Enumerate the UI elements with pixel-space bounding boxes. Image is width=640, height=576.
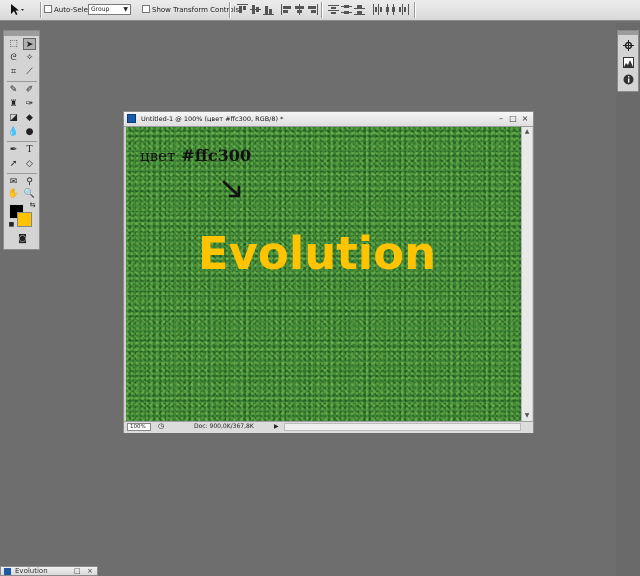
blur-icon[interactable]: 💧 — [7, 126, 20, 138]
show-transform-label: Show Transform Controls — [152, 6, 240, 14]
gradient-icon[interactable]: ◆ — [23, 112, 36, 124]
default-colors-icon[interactable]: ■ — [5, 219, 18, 231]
color-note-label: цвет — [140, 147, 176, 165]
distribute-left-icon[interactable] — [372, 4, 383, 15]
quickmask-icon[interactable]: ◙ — [16, 233, 29, 245]
horizontal-scrollbar[interactable] — [284, 423, 521, 431]
info-icon[interactable] — [623, 74, 634, 85]
crop-icon[interactable]: ⌗ — [7, 66, 20, 78]
image-canvas[interactable]: цвет #ffc300 Evolution — [126, 127, 521, 421]
maximize-button[interactable]: □ — [508, 114, 518, 124]
color-note: цвет #ffc300 — [140, 146, 251, 165]
heal-icon[interactable]: ✎ — [7, 84, 20, 96]
chevron-right-icon[interactable]: ▶ — [274, 422, 279, 432]
panel-dock — [617, 30, 639, 92]
marquee-icon[interactable]: ⬚ — [7, 38, 20, 50]
notes-icon[interactable]: ✉ — [7, 176, 20, 188]
chevron-down-icon: ▼ — [123, 6, 128, 13]
show-transform-checkbox[interactable] — [142, 5, 150, 13]
evolution-text-layer: Evolution — [197, 227, 437, 280]
close-button[interactable]: × — [520, 114, 530, 124]
dodge-icon[interactable]: ● — [23, 126, 36, 138]
scroll-down-icon[interactable]: ▼ — [523, 412, 531, 420]
minimize-button[interactable]: – — [496, 114, 506, 124]
minimized-document-window[interactable]: Evolution □ × — [0, 566, 98, 576]
distribute-vcenter-icon[interactable] — [341, 4, 352, 15]
panel-well — [616, 23, 640, 576]
distribute-top-icon[interactable] — [328, 4, 339, 15]
arrow-down-right-icon — [222, 180, 241, 198]
align-right-icon[interactable] — [307, 4, 318, 15]
divider — [7, 173, 37, 174]
options-bar: Auto-Select: Group ▼ Show Transform Cont… — [0, 0, 640, 21]
divider — [414, 2, 416, 18]
move-tool-icon[interactable]: ➤ — [23, 38, 36, 50]
document-titlebar[interactable]: Untitled-1 @ 100% (цвет #ffc300, RGB/8) … — [124, 112, 533, 127]
histogram-icon[interactable] — [623, 57, 634, 68]
align-bottom-icon[interactable] — [263, 4, 274, 15]
move-tool-icon[interactable] — [9, 3, 25, 17]
photoshop-doc-icon — [127, 114, 136, 123]
vertical-scrollbar[interactable]: ▲ ▼ — [521, 127, 532, 421]
auto-select-checkbox[interactable] — [44, 5, 52, 13]
shape-icon[interactable]: ◇ — [23, 158, 36, 170]
status-bar: 100% ◷ Doc: 900,0K/367,8K ▶ — [124, 421, 533, 433]
brush-icon[interactable]: ✐ — [23, 84, 36, 96]
path-select-icon[interactable]: ➚ — [7, 158, 20, 170]
restore-button[interactable]: □ — [74, 567, 81, 576]
stamp-icon[interactable]: ♜ — [7, 98, 20, 110]
hand-icon[interactable]: ✋ — [7, 188, 20, 200]
divider — [7, 81, 37, 82]
photoshop-doc-icon — [4, 568, 11, 575]
divider — [40, 2, 42, 18]
eyedropper-icon[interactable]: ⚲ — [23, 176, 36, 188]
align-vcenter-icon[interactable] — [250, 4, 261, 15]
zoom-field[interactable]: 100% — [127, 423, 151, 431]
panel-grip[interactable] — [618, 31, 638, 35]
close-button[interactable]: × — [87, 567, 93, 576]
background-color-swatch[interactable] — [17, 212, 32, 227]
swap-colors-icon[interactable]: ⇆ — [26, 199, 39, 211]
distribute-bottom-icon[interactable] — [354, 4, 365, 15]
auto-select-dropdown[interactable]: Group ▼ — [88, 4, 131, 15]
align-left-icon[interactable] — [281, 4, 292, 15]
minimized-window-title: Evolution — [15, 567, 48, 575]
eraser-icon[interactable]: ◪ — [7, 112, 20, 124]
divider — [321, 2, 323, 18]
pen-icon[interactable]: ✒ — [7, 144, 20, 156]
panel-grip[interactable] — [4, 31, 39, 36]
doc-size-info: Doc: 900,0K/367,8K — [194, 423, 254, 430]
tools-panel: ⬚ ➤ ᘓ ✧ ⌗ ⟋ ✎ ✐ ♜ ✑ ◪ ◆ 💧 ● ✒ T ➚ ◇ ✉ ⚲ … — [3, 30, 40, 250]
document-window: Untitled-1 @ 100% (цвет #ffc300, RGB/8) … — [123, 111, 534, 433]
slice-icon[interactable]: ⟋ — [23, 66, 36, 78]
document-title: Untitled-1 @ 100% (цвет #ffc300, RGB/8) … — [141, 115, 284, 123]
color-note-hex: #ffc300 — [181, 146, 251, 165]
distribute-right-icon[interactable] — [398, 4, 409, 15]
navigator-icon[interactable] — [623, 40, 634, 51]
history-brush-icon[interactable]: ✑ — [23, 98, 36, 110]
scroll-up-icon[interactable]: ▲ — [523, 128, 531, 136]
divider — [7, 141, 37, 142]
align-hcenter-icon[interactable] — [294, 4, 305, 15]
lasso-icon[interactable]: ᘓ — [7, 52, 20, 64]
status-menu-icon[interactable]: ◷ — [156, 421, 166, 431]
type-icon[interactable]: T — [23, 144, 36, 156]
magic-wand-icon[interactable]: ✧ — [23, 52, 36, 64]
divider — [229, 2, 231, 18]
align-top-icon[interactable] — [237, 4, 248, 15]
distribute-hcenter-icon[interactable] — [385, 4, 396, 15]
auto-select-value: Group — [91, 6, 110, 13]
